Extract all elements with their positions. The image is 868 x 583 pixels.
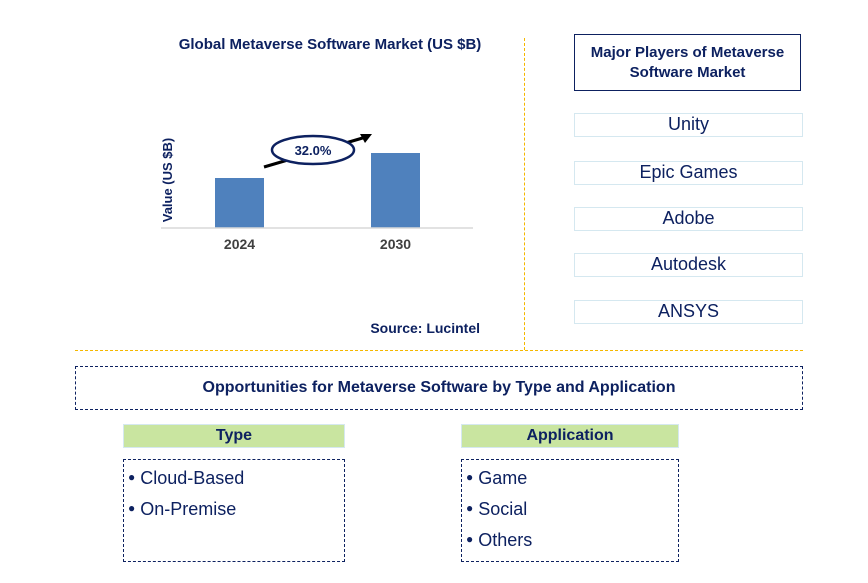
x-tick-label: 2030 — [380, 236, 411, 252]
bullet-icon: ● — [466, 470, 474, 484]
segment-header: Type — [123, 424, 345, 448]
segment-type: Type — [123, 424, 345, 448]
horizontal-divider — [75, 350, 803, 351]
player-item: ANSYS — [574, 300, 803, 324]
growth-label: 32.0% — [295, 143, 332, 158]
segment-type-list: ● Cloud-Based ● On-Premise — [123, 459, 345, 562]
segment-item-label: Social — [478, 499, 528, 519]
bar-2024 — [215, 178, 264, 228]
bullet-icon: ● — [128, 501, 136, 515]
bullet-icon: ● — [466, 501, 474, 515]
x-tick-label: 2024 — [224, 236, 255, 252]
segment-item-label: Game — [478, 468, 528, 488]
segment-application: Application — [461, 424, 679, 448]
vertical-divider — [524, 38, 525, 350]
segment-application-list: ● Game ● Social ● Others — [461, 459, 679, 562]
opportunities-title: Opportunities for Metaverse Software by … — [75, 366, 803, 410]
segment-item: ● Cloud-Based — [128, 462, 340, 493]
segment-item: ● Social — [466, 493, 674, 524]
bullet-icon: ● — [466, 532, 474, 546]
segment-item-label: Others — [478, 530, 533, 550]
segment-item: ● Game — [466, 462, 674, 493]
segment-item: ● Others — [466, 524, 674, 555]
player-item: Autodesk — [574, 253, 803, 277]
player-item: Unity — [574, 113, 803, 137]
segment-header: Application — [461, 424, 679, 448]
source-label: Source: Lucintel — [370, 320, 480, 336]
segment-item-label: On-Premise — [140, 499, 237, 519]
segment-item-label: Cloud-Based — [140, 468, 245, 488]
segment-item: ● On-Premise — [128, 493, 340, 524]
player-item: Adobe — [574, 207, 803, 231]
major-players-header: Major Players of Metaverse Software Mark… — [574, 34, 801, 91]
bar-2030 — [371, 153, 420, 228]
player-item: Epic Games — [574, 161, 803, 185]
x-tick-labels: 2024 2030 — [224, 236, 411, 252]
bullet-icon: ● — [128, 470, 136, 484]
y-axis-label: Value (US $B) — [160, 138, 175, 223]
